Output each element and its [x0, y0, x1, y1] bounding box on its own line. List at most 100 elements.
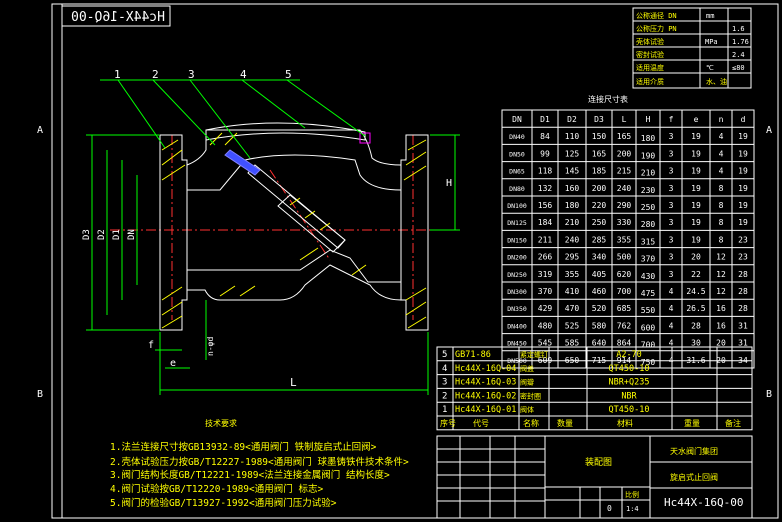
- balloon-4: 4: [240, 68, 247, 81]
- dim-table-cell: 19: [691, 167, 701, 176]
- dim-table-cell: DN200: [507, 254, 527, 262]
- dim-table-cell: 19: [738, 184, 748, 193]
- parts-material: NBR: [621, 391, 637, 401]
- param-value-4: ≤80: [732, 64, 745, 72]
- dim-table-cell: 132: [538, 184, 553, 193]
- param-unit-2: MPa: [705, 38, 718, 46]
- parameter-table: 公称通径 DN mm 公称压力 PN 1.6 壳体试验 MPa 1.76 密封试…: [632, 7, 752, 89]
- dim-table-cell: 319: [538, 270, 553, 279]
- dim-table-cell: 430: [641, 272, 656, 281]
- param-value-5: 水、油: [706, 77, 727, 86]
- dim-table-cell: 285: [592, 235, 607, 244]
- param-label-1: 公称压力 PN: [636, 24, 677, 33]
- drawing-number: Hc44X-16Q-00: [664, 496, 743, 509]
- dim-table-cell: 19: [691, 218, 701, 227]
- zone-letter-a: A: [37, 125, 43, 136]
- param-label-2: 壳体试验: [636, 37, 664, 46]
- parts-name: 阀体: [520, 405, 534, 414]
- param-unit-0: mm: [706, 12, 714, 20]
- dim-D2: D2: [97, 229, 107, 240]
- dim-table-cell: 315: [641, 237, 656, 246]
- dim-table-cell: 4: [669, 304, 674, 313]
- balloon-5: 5: [285, 68, 292, 81]
- dim-table-cell: DN65: [509, 168, 525, 176]
- parts-code: Hc44X-16Q-03: [455, 378, 516, 388]
- scale-label: 比例: [625, 490, 639, 499]
- scale-value: 1:4: [626, 505, 639, 513]
- parts-code: Hc44X-16Q-02: [455, 391, 516, 401]
- dim-table-cell: 12: [716, 270, 726, 279]
- centerline-disc: [269, 169, 331, 261]
- dim-table-cell: 700: [617, 287, 632, 296]
- dim-table-cell: 4: [669, 321, 674, 330]
- dim-table-cell: 280: [641, 220, 656, 229]
- dim-table-cell: DN50: [509, 150, 525, 158]
- dim-table-cell: 480: [538, 321, 553, 330]
- dim-table-cell: 12: [716, 287, 726, 296]
- dim-table-cell: 118: [538, 167, 553, 176]
- zone-letter-b-right: B: [766, 389, 772, 400]
- dim-table-cell: 370: [538, 287, 553, 296]
- note-1: 1.法兰连接尺寸按GB13932-89<通用阀门 铁制旋启式止回阀>: [110, 441, 377, 453]
- dim-table-cell: 240: [565, 235, 580, 244]
- dim-table-cell: 19: [691, 149, 701, 158]
- disc: [277, 194, 346, 253]
- dim-table-cell: 520: [592, 304, 607, 313]
- dim-table-cell: 500: [617, 253, 632, 262]
- title-block: 装配图 天水阀门集团 旋启式止回阀 Hc44X-16Q-00 比例 1:4 0: [436, 435, 753, 519]
- dim-H: H: [446, 178, 452, 189]
- dim-table-cell: 3: [669, 184, 674, 193]
- parts-code: Hc44X-16Q-01: [455, 405, 516, 415]
- dim-table-cell: 16: [716, 321, 726, 330]
- parts-no: 3: [442, 378, 447, 388]
- dim-table-cell: 19: [691, 201, 701, 210]
- dim-table-cell: 31: [738, 339, 748, 348]
- parts-name: 阀瓣: [520, 378, 534, 387]
- dim-table-cell: 3: [669, 149, 674, 158]
- balloon-1: 1: [114, 68, 121, 81]
- zone-letter-b: B: [37, 389, 43, 400]
- disc-arm: [247, 164, 346, 249]
- dim-table-cell: 295: [565, 253, 580, 262]
- dim-table-cell: 156: [538, 201, 553, 210]
- param-label-3: 密封试验: [636, 50, 664, 59]
- param-label-0: 公称通径 DN: [636, 11, 677, 20]
- dim-table-cell: 250: [641, 203, 656, 212]
- dim-f: f: [148, 340, 154, 351]
- dim-table-cell: 84: [540, 132, 550, 141]
- dim-table-header-f: f: [669, 115, 674, 124]
- parts-name: 密封圈: [520, 391, 541, 400]
- note-4: 4.阀门试验按GB/T12220-1989<通用阀门 标志>: [110, 483, 323, 495]
- dim-table-header-n: n: [719, 115, 724, 124]
- dim-table-cell: 3: [669, 270, 674, 279]
- parts-header-cell: 代号: [473, 418, 489, 428]
- valve-section-view: D3 D2 D1 DN H L f e n-φd 1 2 3 4 5: [82, 68, 460, 395]
- param-value-1: 1.6: [732, 25, 745, 33]
- dim-table-cell: DN125: [507, 219, 527, 227]
- parts-code: Hc44X-16Q-04: [455, 364, 516, 374]
- dimension-table: DN D1 D2 D3 L Hf e n dDN40 84 110 150 165 180 3 19 4 19DN…: [501, 109, 755, 369]
- dim-table-cell: DN40: [509, 133, 525, 141]
- dim-table-cell: 28: [738, 287, 748, 296]
- dim-table-cell: 250: [592, 218, 607, 227]
- dim-table-cell: 150: [592, 132, 607, 141]
- dim-table-cell: 266: [538, 253, 553, 262]
- dim-table-cell: 405: [592, 270, 607, 279]
- dim-table-cell: 700: [641, 341, 656, 350]
- dim-table-cell: 640: [592, 339, 607, 348]
- dim-table-cell: 19: [691, 132, 701, 141]
- parts-material: QT450-10: [609, 364, 650, 374]
- dim-table-cell: 28: [691, 321, 701, 330]
- dim-table-header-d: d: [741, 115, 746, 124]
- dim-table-cell: DN350: [507, 305, 527, 313]
- dim-table-cell: 585: [565, 339, 580, 348]
- dim-table-cell: 16: [716, 304, 726, 313]
- dimension-lines: [86, 79, 460, 395]
- dim-table-cell: 30: [691, 339, 701, 348]
- dim-table-cell: 525: [565, 321, 580, 330]
- parts-no: 1: [442, 405, 447, 415]
- dim-table-cell: 22: [691, 270, 701, 279]
- dim-table-cell: 180: [565, 201, 580, 210]
- dim-table-cell: 20: [691, 253, 701, 262]
- product-name: 旋启式止回阀: [670, 472, 718, 482]
